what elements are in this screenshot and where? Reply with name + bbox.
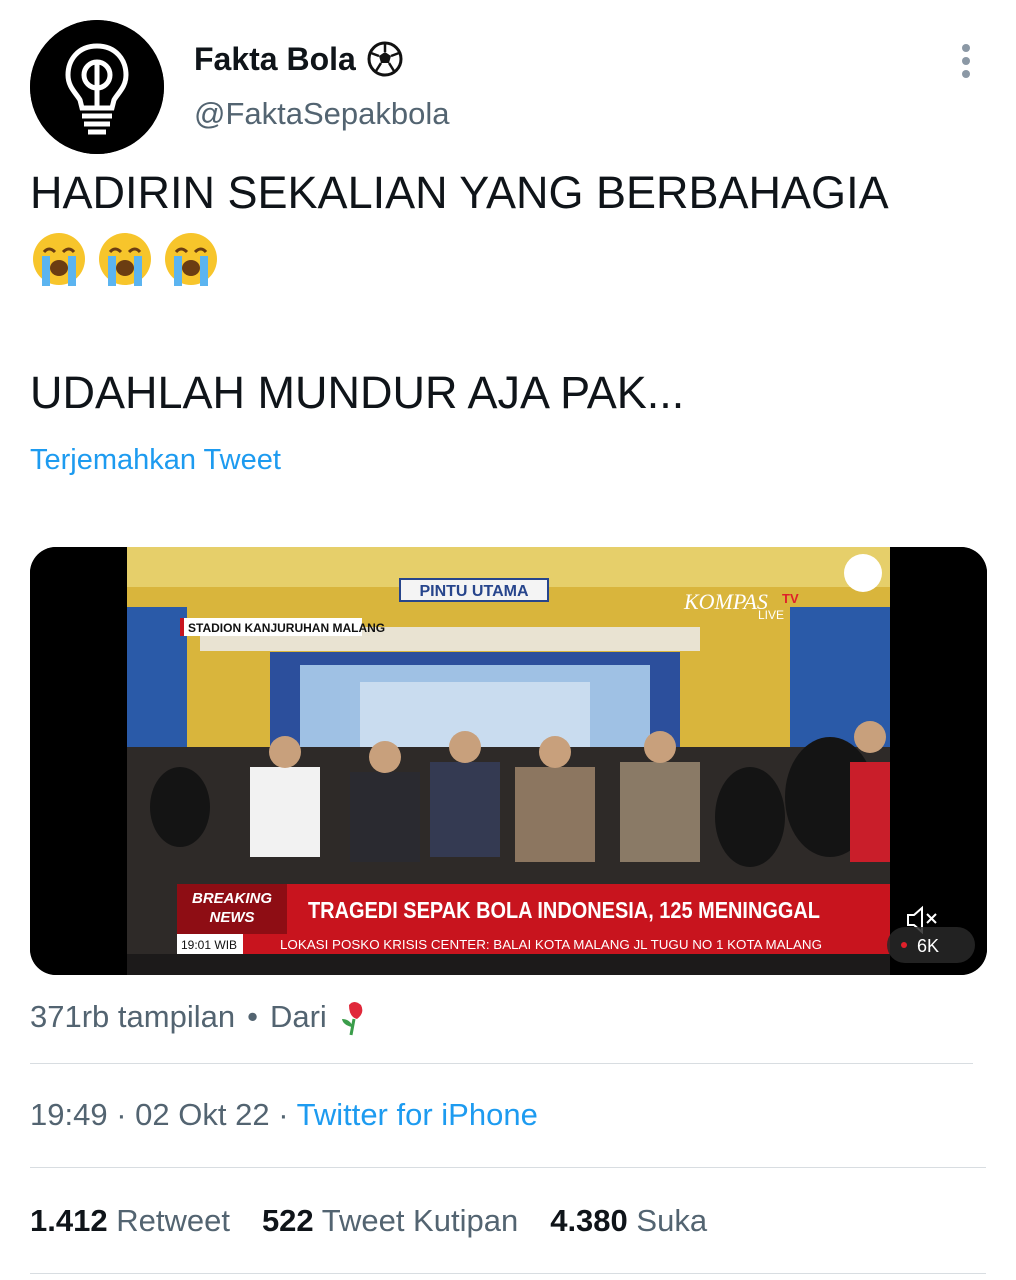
view-count: 6K (917, 936, 939, 956)
channel-tv: TV (782, 591, 799, 606)
location-tag: STADION KANJURUHAN MALANG (188, 621, 385, 635)
loudly-crying-face-emoji (99, 233, 151, 286)
retweets-count: 1.412 (30, 1203, 108, 1238)
breaking-label-2: NEWS (210, 909, 255, 926)
tweet-source[interactable]: Twitter for iPhone (297, 1097, 538, 1132)
ticker: LOKASI POSKO KRISIS CENTER: BALAI KOTA M… (280, 937, 822, 952)
video-frame: PINTU UTAMA STADION KANJURUHAN MALANG KO… (30, 547, 987, 975)
tweet-time[interactable]: 19:49 (30, 1097, 108, 1132)
author-display-name: Fakta Bola (194, 40, 356, 77)
tweet-date[interactable]: 02 Okt 22 (135, 1097, 269, 1132)
avatar[interactable] (30, 20, 164, 154)
meta-dot-1: · (116, 1097, 127, 1132)
views-text: 371rb tampilan (30, 999, 236, 1034)
emoji-row (30, 230, 220, 288)
meta-dot-2: · (278, 1097, 289, 1132)
headline: TRAGEDI SEPAK BOLA INDONESIA, 125 MENING… (308, 897, 820, 923)
from-label: Dari (269, 999, 327, 1034)
channel-logo: KOMPAS (683, 589, 768, 614)
channel-live: LIVE (758, 608, 784, 622)
likes-stat[interactable]: 4.380 Suka (550, 1203, 707, 1239)
lightbulb-icon (30, 20, 164, 154)
views-separator: • (247, 999, 258, 1034)
tweet-meta: 19:49 · 02 Okt 22 · Twitter for iPhone (30, 1097, 538, 1133)
divider (30, 1063, 973, 1064)
likes-label: Suka (636, 1203, 708, 1238)
loudly-crying-face-emoji (165, 233, 217, 286)
divider (30, 1273, 986, 1274)
sign-text: PINTU UTAMA (419, 583, 528, 600)
quotes-stat[interactable]: 522 Tweet Kutipan (262, 1203, 518, 1239)
author-handle[interactable]: @FaktaSepakbola (194, 96, 450, 132)
tweet-line-1: HADIRIN SEKALIAN YANG BERBAHAGIA (30, 167, 889, 218)
soccer-ball-icon (367, 41, 403, 77)
time-tag: 19:01 WIB (181, 938, 237, 952)
quotes-count: 522 (261, 1203, 314, 1238)
loudly-crying-face-emoji (33, 233, 85, 286)
retweets-stat[interactable]: 1.412 Retweet (30, 1203, 230, 1239)
author-name[interactable]: Fakta Bola (194, 40, 404, 78)
video-overlay-circle (844, 554, 882, 592)
rose-icon[interactable] (339, 997, 369, 1037)
views-row: 371rb tampilan • Dari (30, 997, 369, 1037)
more-options-icon[interactable] (956, 42, 976, 82)
translate-tweet-link[interactable]: Terjemahkan Tweet (30, 444, 281, 477)
likes-count: 4.380 (550, 1203, 628, 1238)
divider (30, 1167, 986, 1168)
tweet-text-line1: HADIRIN SEKALIAN YANG BERBAHAGIA (30, 165, 990, 221)
tweet-line-2: UDAHLAH MUNDUR AJA PAK... (30, 367, 685, 418)
tweet-stats: 1.412 Retweet 522 Tweet Kutipan 4.380 Su… (30, 1203, 707, 1239)
breaking-label-1: BREAKING (192, 890, 272, 907)
video-player[interactable]: PINTU UTAMA STADION KANJURUHAN MALANG KO… (30, 547, 987, 975)
retweets-label: Retweet (116, 1203, 230, 1238)
quotes-label: Tweet Kutipan (321, 1203, 519, 1238)
